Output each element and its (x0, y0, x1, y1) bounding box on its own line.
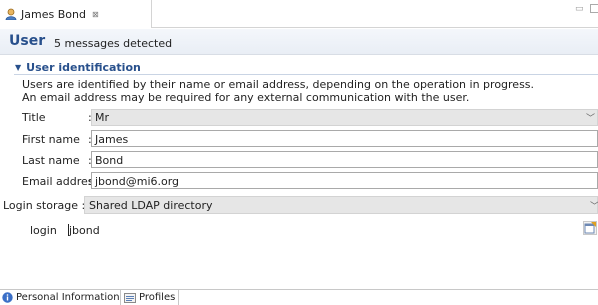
title-select[interactable] (91, 109, 598, 126)
tab-personal-information[interactable]: Personal Information (2, 290, 120, 305)
chevron-down-icon[interactable]: ﹀ (590, 199, 598, 212)
tab-label: Profiles (139, 292, 176, 303)
editor-tab-label: James Bond (21, 7, 86, 21)
form-title: User (9, 33, 46, 49)
user-icon (5, 8, 17, 21)
last-name-value: Bond (95, 154, 124, 167)
messages-link[interactable]: 5 messages detected (54, 37, 172, 50)
edit-icon (584, 222, 596, 234)
section-description-line-1: Users are identified by their name or em… (22, 78, 535, 91)
profiles-icon (124, 292, 136, 303)
section-user-identification[interactable]: ▼ User identification (15, 61, 141, 74)
section-title-label: User identification (26, 61, 141, 74)
first-name-label: First name (22, 133, 80, 146)
first-name-value: James (95, 133, 129, 146)
close-icon[interactable]: ⊠ (92, 10, 99, 19)
tab-label: Personal Information (16, 292, 120, 303)
login-storage-value: Shared LDAP directory (89, 199, 213, 212)
info-icon (2, 292, 13, 303)
editor-tab-james-bond[interactable]: James Bond ⊠ (0, 0, 152, 28)
edit-login-button[interactable] (583, 221, 597, 235)
chevron-down-icon[interactable]: ﹀ (586, 111, 595, 124)
first-name-field[interactable] (91, 130, 598, 147)
expand-toggle-icon[interactable]: ▼ (15, 63, 21, 72)
title-select-value: Mr (95, 111, 110, 124)
minimize-icon[interactable]: ▭ (575, 4, 584, 14)
section-description-line-2: An email address may be required for any… (22, 91, 470, 104)
login-storage-label: Login storage : (3, 199, 86, 212)
login-value[interactable]: jbond (69, 224, 100, 237)
email-value: jbond@mi6.org (95, 175, 180, 188)
title-label: Title (22, 111, 46, 124)
tab-profiles[interactable]: Profiles (120, 290, 180, 305)
section-divider (14, 74, 598, 75)
last-name-field[interactable] (91, 151, 598, 168)
login-label: login (30, 224, 57, 237)
last-name-label: Last name (22, 154, 80, 167)
maximize-icon[interactable] (590, 4, 598, 13)
